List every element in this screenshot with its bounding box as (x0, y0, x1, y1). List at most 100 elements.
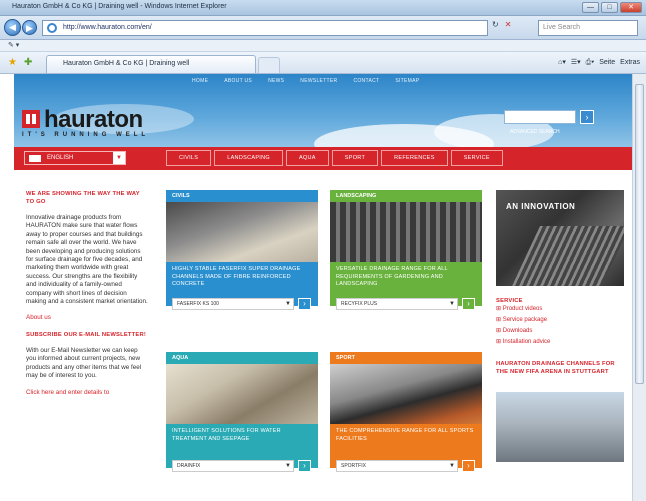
tab-title: Hauraton GmbH & Co KG | Draining well (63, 60, 190, 67)
back-arrow-icon[interactable]: ◀ (4, 19, 21, 36)
menu-landscaping[interactable]: LANDSCAPING (214, 150, 283, 166)
innovation-banner[interactable]: AN INNOVATION (496, 190, 624, 286)
newsletter-text: With our E-Mail Newsletter we can keep y… (26, 346, 142, 380)
menu-row: ✎ ▾ (0, 40, 646, 52)
select-value: FASERFIX KS 100 (177, 301, 219, 307)
stop-icon[interactable]: ✕ (505, 20, 512, 29)
box-label[interactable]: CIVILS (166, 190, 318, 202)
chevron-down-icon: ▼ (113, 152, 125, 164)
main-menu-bar: ENGLISH ▼ CIVILS LANDSCAPING AQUA SPORT … (14, 147, 632, 170)
feeds-icon[interactable]: ☰▾ (571, 57, 581, 69)
stadium-image[interactable] (496, 392, 624, 462)
page-menu[interactable]: Seite (599, 57, 615, 69)
chevron-down-icon: ▼ (285, 301, 291, 307)
close-button[interactable]: ✕ (620, 2, 642, 13)
go-button[interactable]: › (462, 460, 475, 472)
scrollbar-thumb[interactable] (635, 84, 644, 384)
refresh-icon[interactable]: ↻ (492, 20, 499, 29)
language-value: ENGLISH (47, 155, 74, 161)
window-controls: — □ ✕ (582, 2, 642, 13)
product-select[interactable]: FASERFIX KS 100 ▼ (172, 298, 294, 310)
service-link[interactable]: Service package (496, 315, 624, 326)
select-value: DRAINFIX (177, 463, 201, 469)
menu-civils[interactable]: CIVILS (166, 150, 212, 166)
search-go-button[interactable]: › (580, 110, 594, 124)
product-box-civils: CIVILS HIGHLY STABLE FASERFIX SUPER DRAI… (166, 190, 318, 340)
news-heading[interactable]: HAURATON DRAINAGE CHANNELS FOR THE NEW F… (496, 360, 624, 376)
go-button[interactable]: › (462, 298, 475, 310)
search-input[interactable]: Live Search (538, 20, 638, 36)
chevron-down-icon: ▼ (285, 463, 291, 469)
box-label[interactable]: AQUA (166, 352, 318, 364)
intro-text: Innovative drainage products from HAURAT… (26, 214, 148, 306)
browser-window: Hauraton GmbH & Co KG | Draining well - … (0, 0, 646, 501)
product-box-landscaping: LANDSCAPING VERSATILE DRAINAGE RANGE FOR… (330, 190, 482, 340)
banner-caption: AN INNOVATION (506, 202, 576, 211)
minimize-button[interactable]: — (582, 2, 599, 13)
links-icon[interactable]: ✎ ▾ (8, 42, 19, 49)
right-column: AN INNOVATION SERVICE Product videos Ser… (496, 190, 624, 462)
intro-heading: WE ARE SHOWING THE WAY THE WAY TO GO (26, 191, 140, 205)
advanced-search-link[interactable]: ADVANCED SEARCH (510, 129, 560, 135)
title-bar: Hauraton GmbH & Co KG | Draining well - … (0, 0, 646, 16)
language-select[interactable]: ENGLISH ▼ (24, 151, 126, 165)
favorites-bar: ★ ✚ Hauraton GmbH & Co KG | Draining wel… (0, 52, 646, 74)
browser-tab[interactable]: Hauraton GmbH & Co KG | Draining well (46, 55, 256, 73)
extras-menu[interactable]: Extras (620, 57, 640, 69)
menu-aqua[interactable]: AQUA (285, 150, 329, 166)
newsletter-heading: SUBSCRIBE OUR E-MAIL NEWSLETTER! (26, 331, 146, 338)
topnav-home[interactable]: HOME (192, 78, 208, 84)
civils-product-image[interactable] (166, 202, 318, 262)
topnav-newsletter[interactable]: NEWSLETTER (300, 78, 337, 84)
new-tab-button[interactable] (258, 57, 280, 73)
window-title: Hauraton GmbH & Co KG | Draining well - … (12, 3, 227, 10)
vertical-scrollbar[interactable] (632, 74, 646, 501)
topnav-contact[interactable]: CONTACT (353, 78, 379, 84)
menu-sport[interactable]: SPORT (331, 150, 379, 166)
box-label[interactable]: LANDSCAPING (330, 190, 482, 202)
top-navigation: HOME ABOUT US NEWS NEWSLETTER CONTACT SI… (192, 78, 419, 84)
forward-arrow-icon[interactable]: ▶ (22, 20, 37, 35)
address-buttons: ↻ ✕ (492, 20, 511, 29)
topnav-news[interactable]: NEWS (268, 78, 284, 84)
home-icon[interactable]: ⌂▾ (558, 57, 566, 69)
aqua-product-image[interactable] (166, 364, 318, 424)
maximize-button[interactable]: □ (601, 2, 618, 13)
brand-name: hauraton (44, 106, 143, 133)
select-value: RECYFIX PLUS (341, 301, 378, 307)
print-icon[interactable]: ⎙▾ (586, 57, 595, 69)
intro-column: WE ARE SHOWING THE WAY THE WAY TO GO Inn… (26, 190, 148, 405)
product-box-sport: SPORT THE COMPREHENSIVE RANGE FOR ALL SP… (330, 352, 482, 501)
newsletter-signup-link[interactable]: Click here and enter details to (26, 389, 109, 396)
brand-tagline: IT'S RUNNING WELL (22, 132, 150, 138)
command-bar: ⌂▾ ☰▾ ⎙▾ Seite Extras (558, 57, 640, 69)
menu-service[interactable]: SERVICE (450, 150, 503, 166)
service-link[interactable]: Downloads (496, 326, 624, 337)
landscaping-product-image[interactable] (330, 202, 482, 262)
topnav-about[interactable]: ABOUT US (224, 78, 252, 84)
main-menu: CIVILS LANDSCAPING AQUA SPORT REFERENCES… (166, 150, 506, 166)
box-label[interactable]: SPORT (330, 352, 482, 364)
go-button[interactable]: › (298, 460, 311, 472)
hauraton-logo-icon (22, 110, 40, 128)
flag-icon (29, 155, 41, 162)
product-select[interactable]: DRAINFIX ▼ (172, 460, 294, 472)
sport-product-image[interactable] (330, 364, 482, 424)
menu-references[interactable]: REFERENCES (381, 150, 448, 166)
ie-logo-icon (47, 23, 57, 33)
service-link[interactable]: Product videos (496, 304, 624, 315)
site-search-input[interactable] (504, 110, 576, 124)
product-select[interactable]: SPORTFIX ▼ (336, 460, 458, 472)
address-url: http://www.hauraton.com/en/ (63, 24, 152, 31)
about-us-link[interactable]: About us (26, 314, 51, 321)
service-link[interactable]: Installation advice (496, 337, 624, 348)
add-favorite-icon[interactable]: ✚ (24, 57, 32, 68)
product-select[interactable]: RECYFIX PLUS ▼ (336, 298, 458, 310)
topnav-sitemap[interactable]: SITEMAP (395, 78, 419, 84)
product-box-aqua: AQUA INTELLIGENT SOLUTIONS FOR WATER TRE… (166, 352, 318, 501)
grate-shape (512, 226, 624, 286)
go-button[interactable]: › (298, 298, 311, 310)
address-bar[interactable]: http://www.hauraton.com/en/ (42, 20, 488, 36)
navigation-bar: ◀ ▶ http://www.hauraton.com/en/ ↻ ✕ Live… (0, 16, 646, 40)
favorites-star-icon[interactable]: ★ (8, 57, 17, 68)
